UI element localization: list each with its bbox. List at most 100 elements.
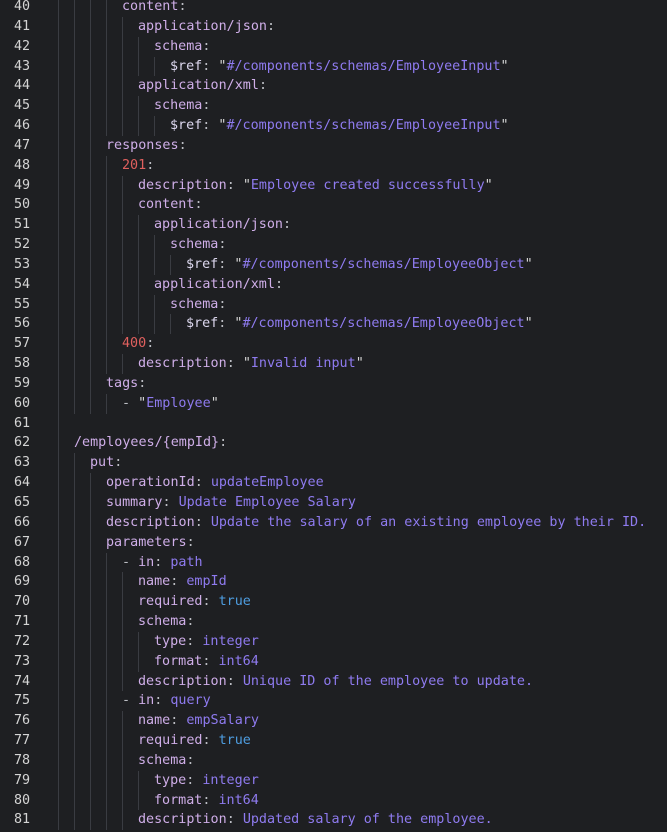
- indent-guide: [58, 195, 59, 216]
- code-editor[interactable]: 40 content: 41 application/json: 42 schema: 43…: [0, 0, 667, 832]
- code-line[interactable]: 74 description: Unique ID of the employee…: [0, 672, 667, 692]
- code-line[interactable]: 50 content:: [0, 195, 667, 215]
- line-number: 63: [14, 455, 31, 471]
- code-line[interactable]: 53 $ref: "#/components/schemas/EmployeeOb…: [0, 255, 667, 275]
- code-token: description: [138, 356, 227, 372]
- code-line[interactable]: 69 name: empId: [0, 572, 667, 592]
- code-line[interactable]: 67 parameters:: [0, 533, 667, 553]
- code-token: Employee: [146, 395, 211, 411]
- code-line[interactable]: 78 schema:: [0, 751, 667, 771]
- code-line[interactable]: 42 schema:: [0, 37, 667, 57]
- indent-guide: [58, 16, 59, 37]
- code-line[interactable]: 54 application/xml:: [0, 275, 667, 295]
- code-line[interactable]: 65 summary: Update Employee Salary: [0, 493, 667, 513]
- code-line[interactable]: 70 required: true: [0, 592, 667, 612]
- line-number: 65: [14, 495, 31, 510]
- code-token: :: [154, 554, 171, 570]
- indent-guide: [122, 790, 123, 811]
- indent-guide: [138, 314, 139, 335]
- code-token: operationId: [106, 475, 195, 491]
- indent-guide: [138, 631, 139, 652]
- indent-guide: [106, 0, 107, 17]
- code-line[interactable]: 73 format: int64: [0, 652, 667, 672]
- indent-guide: [58, 750, 59, 771]
- indent-guide: [106, 393, 107, 414]
- indent-guide: [90, 532, 91, 553]
- code-line[interactable]: 64 operationId: updateEmployee: [0, 473, 667, 493]
- code-token: schema: [170, 237, 219, 253]
- indent-guide: [74, 195, 75, 216]
- code-token: responses: [106, 137, 179, 153]
- code-line[interactable]: 40 content:: [0, 0, 667, 17]
- code-line[interactable]: 80 format: int64: [0, 791, 667, 811]
- code-line[interactable]: 44 application/xml:: [0, 76, 667, 96]
- code-token: Invalid input: [250, 356, 356, 372]
- code-line[interactable]: 58 description: "Invalid input": [0, 354, 667, 374]
- code-token: :: [218, 296, 227, 312]
- indent-guide: [74, 671, 75, 692]
- indent-guide: [74, 373, 75, 394]
- code-token: application/xml: [138, 78, 259, 94]
- code-token: name: [138, 713, 171, 729]
- indent-guide: [58, 532, 59, 553]
- code-line[interactable]: 52 schema:: [0, 235, 667, 255]
- code-line[interactable]: 66 description: Update the salary of an e…: [0, 513, 667, 533]
- indent-guide: [58, 612, 59, 632]
- code-line[interactable]: 60 - "Employee": [0, 394, 667, 414]
- code-line[interactable]: 49 description: "Employee created success…: [0, 176, 667, 196]
- code-line[interactable]: 68 - in: path: [0, 553, 667, 573]
- code-line[interactable]: 59 tags:: [0, 374, 667, 394]
- code-line[interactable]: 76 name: empSalary: [0, 711, 667, 731]
- indent-guide: [106, 651, 107, 672]
- code-line[interactable]: 46 $ref: "#/components/schemas/EmployeeIn…: [0, 116, 667, 136]
- indent-guide: [90, 116, 91, 136]
- code-line[interactable]: 79 type: integer: [0, 771, 667, 791]
- code-line[interactable]: 55 schema:: [0, 295, 667, 315]
- code-token: path: [170, 554, 203, 570]
- code-text: required: true: [138, 592, 251, 612]
- code-text: operationId: updateEmployee: [106, 473, 324, 493]
- code-line[interactable]: 81 description: Updated salary of the emp…: [0, 810, 667, 830]
- indent-guide: [106, 254, 107, 275]
- code-token: Update Employee Salary: [178, 495, 356, 510]
- code-line[interactable]: 45 schema:: [0, 96, 667, 116]
- indent-guide: [74, 592, 75, 613]
- indent-guide: [74, 691, 75, 712]
- code-line[interactable]: 62/employees/{empId}:: [0, 433, 667, 453]
- code-text: application/json:: [154, 215, 291, 235]
- code-token: content: [138, 197, 195, 213]
- code-line[interactable]: 43 $ref: "#/components/schemas/EmployeeIn…: [0, 57, 667, 77]
- code-line[interactable]: 75 - in: query: [0, 691, 667, 711]
- line-number: 46: [14, 118, 31, 134]
- code-line[interactable]: 51 application/json:: [0, 215, 667, 235]
- code-line[interactable]: 77 required: true: [0, 731, 667, 751]
- indent-guide: [58, 493, 59, 513]
- indent-guide: [154, 254, 155, 275]
- code-text: description: "Employee created successfu…: [138, 176, 493, 196]
- code-token: :: [202, 733, 219, 749]
- line-number: 48: [14, 157, 31, 173]
- indent-guide: [58, 393, 59, 414]
- code-line[interactable]: 41 application/json:: [0, 17, 667, 37]
- code-line[interactable]: 63 put:: [0, 453, 667, 473]
- code-token: #/components/schemas/EmployeeObject: [242, 316, 525, 332]
- indent-guide: [58, 790, 59, 811]
- code-text: tags:: [106, 374, 146, 394]
- indent-guide: [90, 314, 91, 335]
- code-token: $ref: [186, 256, 219, 272]
- line-number: 58: [14, 356, 31, 372]
- code-line[interactable]: 61: [0, 414, 667, 434]
- code-line[interactable]: 47 responses:: [0, 136, 667, 156]
- code-line[interactable]: 71 schema:: [0, 612, 667, 632]
- indent-guide: [106, 750, 107, 771]
- indent-guide: [74, 254, 75, 275]
- code-line[interactable]: 48 201:: [0, 156, 667, 176]
- indent-guide: [58, 36, 59, 57]
- indent-guide: [122, 76, 123, 97]
- code-line[interactable]: 56 $ref: "#/components/schemas/EmployeeOb…: [0, 314, 667, 334]
- code-line[interactable]: 72 type: integer: [0, 632, 667, 652]
- code-line[interactable]: 57 400:: [0, 334, 667, 354]
- code-token: summary: [106, 495, 163, 510]
- code-token: /employees/{empId}: [74, 435, 220, 451]
- code-token: Updated salary of the employee.: [242, 812, 493, 828]
